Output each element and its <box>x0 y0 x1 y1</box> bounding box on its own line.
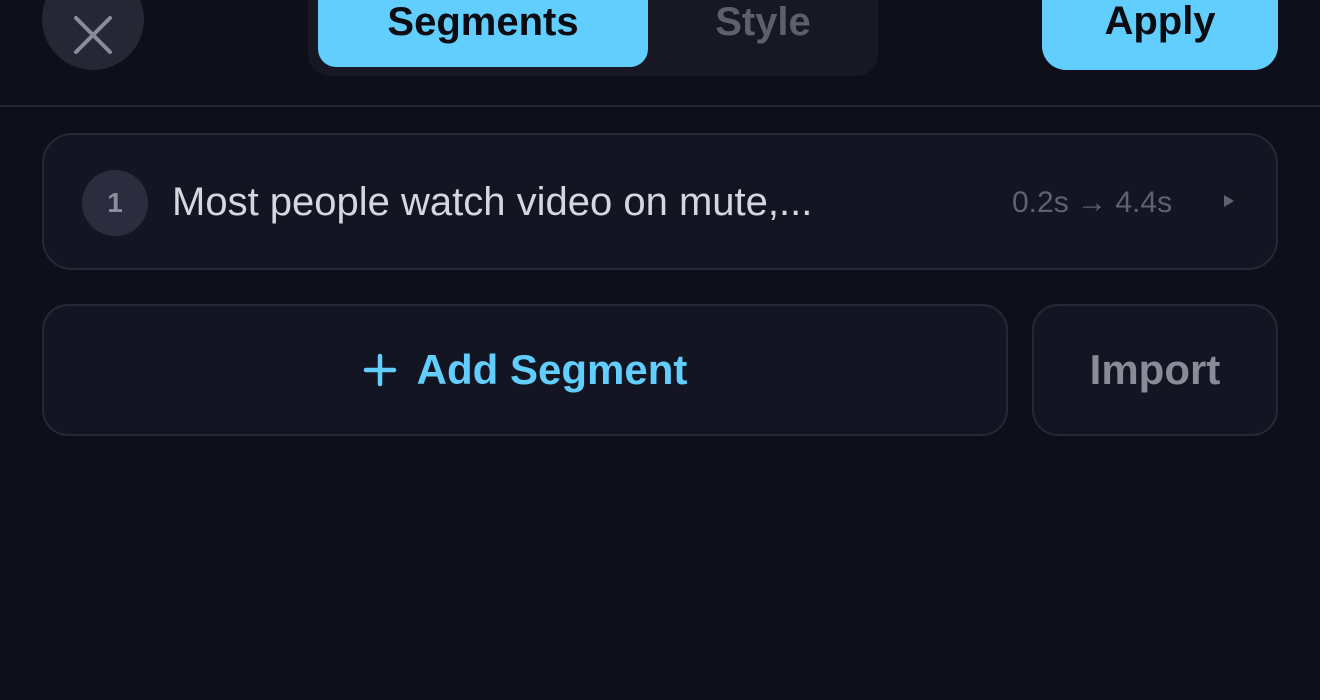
segment-editor-screen: Segments Style Apply 1 Most people watch… <box>0 0 1320 700</box>
segment-text: Most people watch video on mute,... <box>172 180 813 224</box>
plus-icon <box>363 353 397 387</box>
segment-index-badge: 1 <box>82 170 148 236</box>
header-divider <box>0 105 1320 107</box>
segment-time-range: 0.2s → 4.4s <box>1012 186 1173 219</box>
apply-button[interactable]: Apply <box>1042 0 1278 70</box>
tab-switcher: Segments Style <box>308 0 878 76</box>
close-icon <box>74 16 112 54</box>
play-triangle-icon[interactable] <box>1224 195 1234 207</box>
add-segment-button[interactable]: Add Segment <box>42 304 1008 436</box>
import-button[interactable]: Import <box>1032 304 1278 436</box>
segment-row[interactable]: 1 Most people watch video on mute,... 0.… <box>42 133 1278 270</box>
tab-style[interactable]: Style <box>648 0 878 67</box>
tab-segments[interactable]: Segments <box>318 0 648 67</box>
add-segment-label: Add Segment <box>416 346 688 393</box>
close-button[interactable] <box>42 0 144 70</box>
